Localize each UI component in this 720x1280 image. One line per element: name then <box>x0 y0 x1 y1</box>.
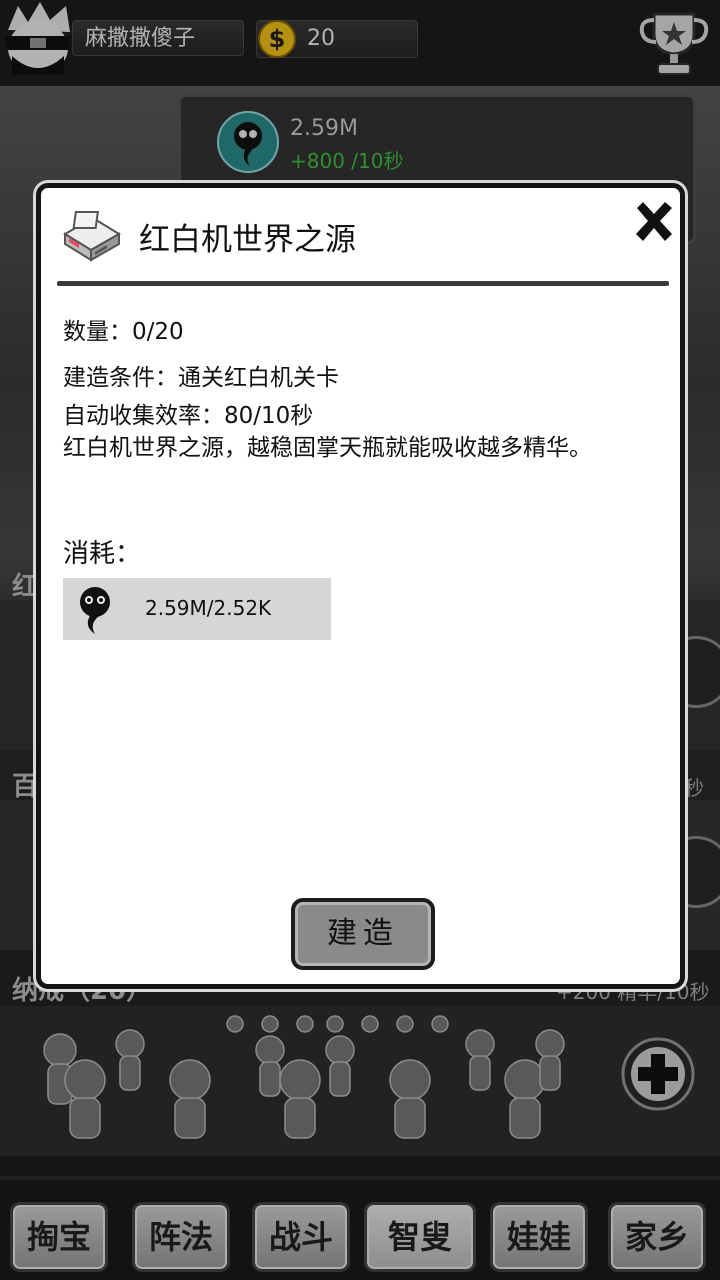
build-button[interactable]: 建造 <box>291 898 435 970</box>
build-condition-text: 建造条件：通关红白机关卡 <box>63 365 339 391</box>
description-text: 红白机世界之源，越稳固掌天瓶就能吸收越多精华。 <box>63 435 592 461</box>
cost-value: 2.59M/2.52K <box>145 596 272 620</box>
close-icon[interactable] <box>629 196 679 246</box>
dialog-title: 红白机世界之源 <box>139 222 356 258</box>
efficiency-text: 自动收集效率：80/10秒 <box>63 403 314 429</box>
dialog-divider <box>57 281 669 286</box>
cost-label: 消耗： <box>63 539 142 569</box>
essence-cost-icon <box>80 587 110 634</box>
quantity-text: 数量：0/20 <box>63 319 184 345</box>
cost-item: 2.59M/2.52K <box>63 578 331 640</box>
game-console-icon <box>63 211 121 262</box>
building-info-dialog: 红白机世界之源 数量：0/20 建造条件：通关红白机关卡 自动收集效率：80/1… <box>36 183 685 989</box>
